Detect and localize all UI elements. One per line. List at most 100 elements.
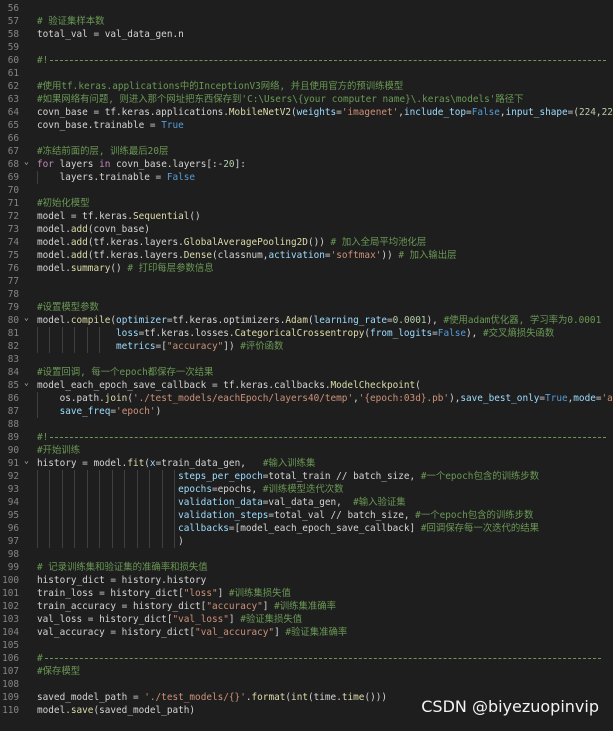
code-line[interactable]: 94 validation_data=val_data_gen, #输入验证集 xyxy=(0,496,613,509)
line-number: 93 xyxy=(7,484,19,495)
code-line[interactable]: 93 epochs=epochs, #训练模型迭代次数 xyxy=(0,483,613,496)
code-token: 'softmax' xyxy=(330,250,382,261)
code-text: val_loss = history_dict["val_loss"] #验证集… xyxy=(37,613,302,626)
code-line[interactable]: 75 model.add(tf.keras.layers.Dense(classn… xyxy=(0,249,613,262)
code-line[interactable]: 72 model = tf.keras.Sequential() xyxy=(0,210,613,223)
line-number: 96 xyxy=(7,523,19,534)
code-token: ( xyxy=(415,380,421,391)
code-line[interactable]: 88 xyxy=(0,418,613,431)
code-token: =tf.keras.optimizers. xyxy=(166,315,286,326)
code-line[interactable]: 62 #使用tf.keras.applications中的InceptionV3网… xyxy=(0,80,613,93)
line-number: 70 xyxy=(7,185,19,196)
code-line[interactable]: 99 # 记录训练集和验证集的准确率和损失值 xyxy=(0,561,613,574)
code-line[interactable]: 59 xyxy=(0,41,613,54)
code-token: add xyxy=(70,237,88,248)
code-line[interactable]: 107 #保存模型 xyxy=(0,665,613,678)
code-line[interactable]: 66 xyxy=(0,132,613,145)
line-number: 105 xyxy=(2,640,19,651)
chevron-down-icon[interactable]: ⌄ xyxy=(24,379,33,389)
code-token: Dense xyxy=(183,250,212,261)
code-token: ] xyxy=(262,601,275,612)
separator-comment: # xyxy=(37,653,43,664)
code-line[interactable]: 58 total_val = val_data_gen.n xyxy=(0,28,613,41)
code-text: ) xyxy=(37,535,184,548)
code-line[interactable]: 101 train_loss = history_dict["loss"] #训练… xyxy=(0,587,613,600)
code-line[interactable]: 97 ) xyxy=(0,535,613,548)
line-number: 79 xyxy=(7,302,19,313)
code-line[interactable]: 57 # 验证集样本数 xyxy=(0,15,613,28)
code-editor[interactable]: 56 57 # 验证集样本数 58 total_val = val_data_gen.n… xyxy=(0,0,613,731)
code-line[interactable]: 80 ⌄ model.compile(optimizer=tf.keras.opti… xyxy=(0,314,613,327)
code-token: Sequential xyxy=(132,211,190,222)
code-token: #交叉熵损失函数 xyxy=(482,328,555,339)
chevron-down-icon[interactable]: ⌄ xyxy=(24,457,33,467)
code-line[interactable]: 70 xyxy=(0,184,613,197)
code-token: val_loss = history_dict[ xyxy=(37,614,173,625)
code-line[interactable]: 86 os.path.join('./test_models/eachEpoch… xyxy=(0,392,613,405)
code-line[interactable]: 103 val_loss = history_dict["val_loss"] #… xyxy=(0,613,613,626)
code-line[interactable]: 64 covn_base = tf.keras.applications.Mobi… xyxy=(0,106,613,119)
code-line[interactable]: 87 save_freq='epoch') xyxy=(0,405,613,418)
code-line[interactable]: 102 train_accuracy = history_dict["accura… xyxy=(0,600,613,613)
code-line[interactable]: 65 covn_base.trainable = True xyxy=(0,119,613,132)
code-token: (tf.keras.layers. xyxy=(87,250,184,261)
code-line[interactable]: 98 xyxy=(0,548,613,561)
chevron-down-icon[interactable]: ⌄ xyxy=(24,158,33,168)
code-text: metrics=["accuracy"]) #评价函数 xyxy=(37,340,283,353)
code-line[interactable]: 61 xyxy=(0,67,613,80)
code-line[interactable]: 82 metrics=["accuracy"]) #评价函数 xyxy=(0,340,613,353)
code-line[interactable]: 100 history_dict = history.history xyxy=(0,574,613,587)
code-line[interactable]: 60 #! xyxy=(0,54,613,67)
code-line[interactable]: 108 xyxy=(0,678,613,691)
code-token: int xyxy=(291,692,308,703)
code-line[interactable]: 95 validation_steps=total_val // batch_s… xyxy=(0,509,613,522)
code-line[interactable]: 92 steps_per_epoch=total_train // batch_… xyxy=(0,470,613,483)
code-line[interactable]: 56 xyxy=(0,2,613,15)
code-line[interactable]: 76 model.summary() # 打印每层参数信息 xyxy=(0,262,613,275)
code-line[interactable]: 69 layers.trainable = False xyxy=(0,171,613,184)
code-token: #输入验证集 xyxy=(353,497,406,508)
code-line[interactable]: 71 #初始化模型 xyxy=(0,197,613,210)
code-line[interactable]: 74 model.add(tf.keras.layers.GlobalAverag… xyxy=(0,236,613,249)
line-number: 94 xyxy=(7,497,19,508)
line-number: 100 xyxy=(2,575,19,586)
code-line[interactable]: 63 #如果网络有问题, 则进入那个网址把东西保存到'C:\Users\{your… xyxy=(0,93,613,106)
code-token: =[model_each_epoch_save_callback] xyxy=(228,523,421,534)
code-token: time xyxy=(341,692,365,703)
code-line[interactable]: 78 xyxy=(0,288,613,301)
code-line[interactable]: 68 ⌄ for layers in covn_base.layers[:-20]: xyxy=(0,158,613,171)
code-line[interactable]: 77 xyxy=(0,275,613,288)
code-line[interactable]: 81 loss=tf.keras.losses.CategoricalCross… xyxy=(0,327,613,340)
code-token: =epochs, xyxy=(211,484,263,495)
code-token: =train_data_gen, xyxy=(155,458,263,469)
dashed-divider xyxy=(44,658,601,659)
line-number: 68 xyxy=(7,159,19,170)
code-line[interactable]: 96 callbacks=[model_each_epoch_save_call… xyxy=(0,522,613,535)
code-token: steps_per_epoch xyxy=(178,471,263,482)
code-line[interactable]: 73 model.add(covn_base) xyxy=(0,223,613,236)
code-line[interactable]: 79 #设置模型参数 xyxy=(0,301,613,314)
code-line[interactable]: 106 # xyxy=(0,652,613,665)
code-token: ]) xyxy=(223,341,241,352)
code-token: ModelCheckpoint xyxy=(330,380,416,391)
code-token: )) xyxy=(381,250,399,261)
code-line[interactable]: 90 #开始训练 xyxy=(0,444,613,457)
code-line[interactable]: 83 xyxy=(0,353,613,366)
line-number: 73 xyxy=(7,224,19,235)
code-line[interactable]: 105 xyxy=(0,639,613,652)
code-line[interactable]: 91 ⌄ history = model.fit(x=train_data_gen,… xyxy=(0,457,613,470)
code-token: #冻结前面的层, 训练最后20层 xyxy=(37,146,169,157)
line-number: 102 xyxy=(2,601,19,612)
code-token: () xyxy=(110,263,128,274)
chevron-down-icon[interactable]: ⌄ xyxy=(24,314,33,324)
code-token: 'auto' xyxy=(601,393,613,404)
code-line[interactable]: 67 #冻结前面的层, 训练最后20层 xyxy=(0,145,613,158)
code-token: CategoricalCrossentropy xyxy=(234,328,365,339)
code-token: 224 xyxy=(578,107,596,118)
code-line[interactable]: 85 ⌄ model_each_epoch_save_callback = tf.k… xyxy=(0,379,613,392)
code-line[interactable]: 89 #! xyxy=(0,431,613,444)
code-line[interactable]: 84 #设置回调, 每一个epoch都保存一次结果 xyxy=(0,366,613,379)
code-line[interactable]: 104 val_accuracy = history_dict["val_accu… xyxy=(0,626,613,639)
code-token: #评价函数 xyxy=(240,341,284,352)
